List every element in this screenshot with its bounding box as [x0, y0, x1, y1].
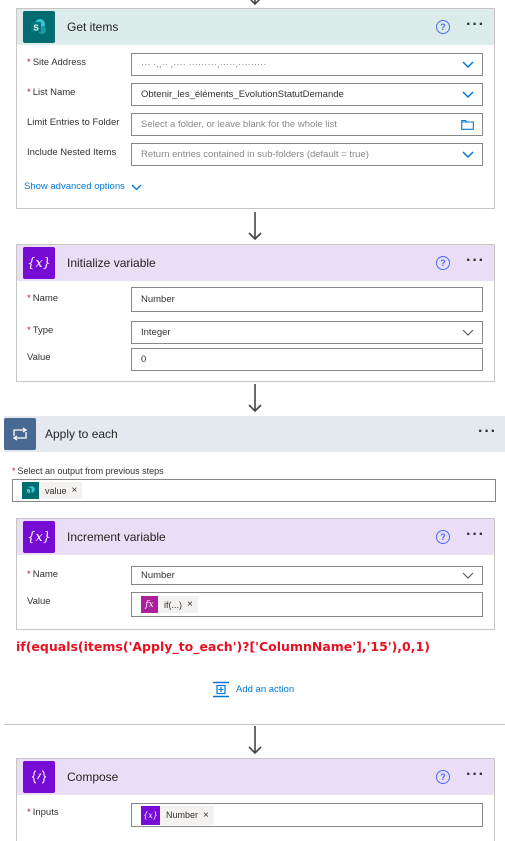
remove-token-icon[interactable]: ×	[187, 599, 193, 610]
more-options-icon[interactable]: ···	[466, 252, 485, 270]
connector-arrow-top	[246, 0, 264, 8]
expression-token[interactable]: fx if(...) ×	[141, 596, 198, 613]
list-name-label: * List Name	[27, 87, 76, 98]
increment-variable-header[interactable]: {x} Increment variable ? ···	[17, 519, 494, 555]
sharepoint-icon: S	[23, 11, 55, 43]
compose-icon	[23, 761, 55, 793]
add-action-icon	[213, 681, 229, 698]
name-label: * Name	[27, 293, 59, 304]
variable-name-dropdown[interactable]: Number	[131, 566, 483, 585]
folder-icon[interactable]	[461, 119, 474, 130]
more-options-icon[interactable]: ···	[466, 526, 485, 544]
help-icon[interactable]: ?	[436, 256, 450, 270]
variable-icon: {x}	[23, 521, 55, 553]
compose-header[interactable]: Compose ? ···	[17, 759, 494, 795]
compose-title: Compose	[67, 770, 119, 784]
initialize-variable-header[interactable]: {x} Initialize variable ? ···	[17, 245, 494, 281]
chevron-down-icon	[462, 91, 474, 99]
compose-inputs-field[interactable]: {x} Number ×	[131, 803, 483, 827]
fx-icon: fx	[141, 596, 158, 613]
more-options-icon[interactable]: ···	[466, 16, 485, 34]
variable-icon: {x}	[23, 247, 55, 279]
chevron-down-icon	[462, 329, 474, 336]
value-label: Value	[27, 596, 51, 607]
variable-icon: {x}	[141, 805, 160, 825]
initialize-variable-title: Initialize variable	[67, 256, 156, 270]
variable-name-input[interactable]: Number	[131, 287, 483, 312]
number-token[interactable]: {x} Number ×	[141, 805, 214, 825]
limit-folder-label: Limit Entries to Folder	[27, 117, 120, 128]
list-name-dropdown[interactable]: Obtenir_les_éléments_EvolutionStatutDema…	[131, 83, 483, 106]
variable-value-input[interactable]: 0	[131, 348, 483, 371]
site-address-label: * Site Address	[27, 57, 87, 68]
initialize-variable-card: {x} Initialize variable ? ··· * Name Numb…	[16, 244, 495, 382]
increment-value-input[interactable]: fx if(...) ×	[131, 592, 483, 617]
more-options-icon[interactable]: ···	[478, 423, 497, 441]
help-icon[interactable]: ?	[436, 20, 450, 34]
chevron-down-icon	[131, 184, 142, 190]
apply-to-each-title: Apply to each	[45, 427, 118, 441]
apply-to-each-header[interactable]: Apply to each ···	[4, 416, 505, 452]
chevron-down-icon	[462, 61, 474, 69]
loop-icon	[4, 418, 36, 450]
limit-folder-input[interactable]: Select a folder, or leave blank for the …	[131, 113, 483, 136]
value-token[interactable]: S value ×	[22, 482, 83, 499]
select-output-label: * Select an output from previous steps	[12, 466, 164, 476]
add-action-label: Add an action	[236, 684, 295, 695]
more-options-icon[interactable]: ···	[466, 766, 485, 784]
chevron-down-icon	[462, 572, 474, 579]
chevron-down-icon	[462, 151, 474, 159]
connector-arrow	[246, 212, 264, 242]
name-label: * Name	[27, 569, 59, 580]
increment-variable-title: Increment variable	[67, 530, 166, 544]
compose-card: Compose ? ··· * Inputs {x} Number ×	[16, 758, 495, 841]
increment-variable-card: {x} Increment variable ? ··· * Name Numbe…	[16, 518, 495, 630]
svg-text:S: S	[33, 24, 39, 33]
get-items-title: Get items	[67, 20, 119, 34]
remove-token-icon[interactable]: ×	[72, 485, 78, 496]
expression-annotation: if(equals(items('Apply_to_each')?['Colum…	[16, 639, 430, 654]
help-icon[interactable]: ?	[436, 770, 450, 784]
nested-items-label: Include Nested Items	[27, 147, 117, 158]
get-items-header[interactable]: S Get items ? ···	[17, 9, 494, 45]
add-action-button[interactable]: Add an action	[212, 681, 294, 698]
connector-line-add-action	[4, 724, 505, 725]
nested-items-dropdown[interactable]: Return entries contained in sub-folders …	[131, 143, 483, 166]
inputs-label: * Inputs	[27, 807, 59, 818]
site-address-dropdown[interactable]: ··· ·,,·· ,···· ·········,·····,········…	[131, 53, 483, 76]
variable-type-dropdown[interactable]: Integer	[131, 321, 483, 344]
get-items-card: S Get items ? ··· * Site Address ··· ·,,·…	[16, 8, 495, 209]
select-output-input[interactable]: S value ×	[12, 479, 496, 502]
show-advanced-options-link[interactable]: Show advanced options	[24, 181, 142, 192]
help-icon[interactable]: ?	[436, 530, 450, 544]
connector-arrow	[246, 384, 264, 414]
value-label: Value	[27, 352, 51, 363]
type-label: * Type	[27, 325, 54, 336]
remove-token-icon[interactable]: ×	[203, 810, 209, 821]
connector-arrow	[246, 726, 264, 756]
sharepoint-icon: S	[22, 482, 39, 499]
